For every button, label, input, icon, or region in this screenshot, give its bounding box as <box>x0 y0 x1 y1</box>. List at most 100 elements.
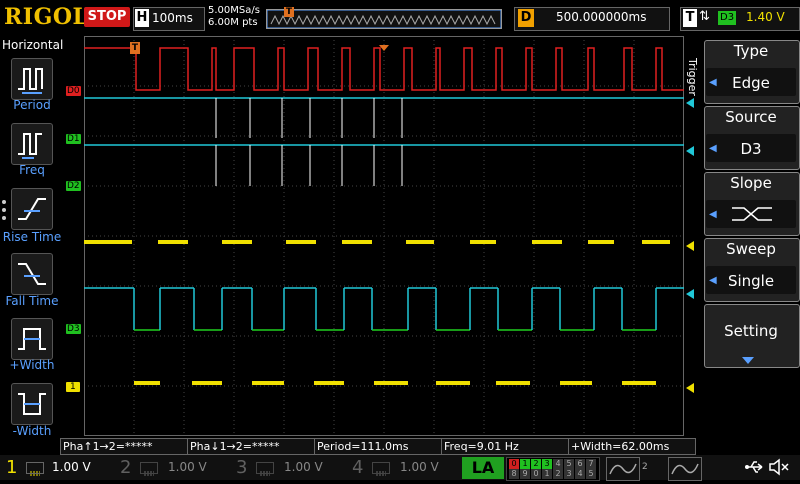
la-channel-cell: 3 <box>542 459 552 469</box>
trigger-type-title: Type <box>733 42 769 60</box>
ch4-scale[interactable]: 1.00 V <box>400 455 439 480</box>
trigger-slope-title: Slope <box>730 174 772 192</box>
la-channel-cell: 6 <box>575 459 585 469</box>
dc-coupling-icon <box>140 462 158 476</box>
ch2-scale[interactable]: 1.00 V <box>168 455 207 480</box>
brand-logo: RIGOL <box>4 4 89 30</box>
la-channel-cell: 0 <box>531 469 541 479</box>
rise-time-icon <box>18 198 46 220</box>
negative-width-icon <box>18 393 46 415</box>
memory-waveform-preview <box>266 9 502 29</box>
d0-label: D0 <box>66 86 81 96</box>
freq-label: Freq <box>19 163 45 177</box>
delay-value: 500.000000ms <box>556 10 647 24</box>
sample-rate: 5.00MSa/s <box>208 5 260 16</box>
la-channel-cell: 2 <box>553 469 563 479</box>
fall-time-icon <box>18 263 46 285</box>
d2-label: D2 <box>66 181 81 191</box>
la-button[interactable]: LA <box>462 457 504 479</box>
dc-coupling-icon <box>26 462 44 476</box>
trigger-source-value: D3 <box>740 140 762 158</box>
d1-right-marker <box>686 141 694 160</box>
ch1-scale[interactable]: 1.00 V <box>52 455 91 480</box>
either-edge-slope-icon <box>730 204 774 228</box>
sine-wave-icon <box>671 463 699 475</box>
la-channel-cell: 0 <box>509 459 519 469</box>
trigger-menu-title: Trigger <box>686 58 699 96</box>
positive-width-label: +Width <box>9 358 55 372</box>
delay-label: D <box>518 9 534 27</box>
la-channel-cell: 9 <box>520 469 530 479</box>
measurement-freq[interactable]: Freq=9.01 Hz <box>441 438 569 455</box>
measurement-positive-width[interactable]: +Width=62.00ms <box>568 438 696 455</box>
trigger-sweep-title: Sweep <box>726 240 776 258</box>
positive-width-button[interactable] <box>11 318 53 360</box>
trigger-position-marker[interactable]: T <box>130 42 140 54</box>
ch1-trigger-level-marker <box>686 236 694 255</box>
rise-time-label: Rise Time <box>2 230 62 244</box>
measurement-phase-rise[interactable]: Pha↑1→2=***** <box>60 438 188 455</box>
chevron-down-icon <box>742 350 754 369</box>
speaker-muted-icon[interactable] <box>768 458 792 480</box>
memory-position-bar[interactable] <box>266 9 502 29</box>
grid-lines <box>84 36 684 436</box>
d3-label: D3 <box>66 324 81 334</box>
run-stop-status[interactable]: STOP <box>84 7 130 27</box>
left-arrow-icon: ◀ <box>709 209 717 220</box>
fall-time-label: Fall Time <box>5 294 59 308</box>
period-label: Period <box>13 98 51 112</box>
period-button[interactable] <box>11 58 53 100</box>
measurement-phase-fall[interactable]: Pha↓1→2=***** <box>187 438 315 455</box>
freq-icon <box>18 133 42 159</box>
la-channel-cell: 3 <box>564 469 574 479</box>
usb-icon <box>744 458 764 480</box>
waveform-grid <box>84 36 684 436</box>
period-icon <box>18 68 43 94</box>
memory-trigger-marker: T <box>284 7 294 17</box>
la-channel-cell: 5 <box>564 459 574 469</box>
timebase-label: H <box>135 9 149 27</box>
la-channel-cell: 5 <box>586 469 596 479</box>
menu-page-dots <box>0 200 6 220</box>
la-channel-cell: 8 <box>509 469 519 479</box>
ch1-label: 1 <box>66 382 80 392</box>
ch4-number[interactable]: 4 <box>352 455 363 480</box>
acquisition-info: 5.00MSa/s 6.00M pts <box>208 5 260 29</box>
fall-time-button[interactable] <box>11 253 53 295</box>
ch1-number[interactable]: 1 <box>6 455 17 480</box>
la-channel-cell: 4 <box>553 459 563 469</box>
waveform-display[interactable] <box>84 36 684 436</box>
d1-label: D1 <box>66 134 81 144</box>
negative-width-button[interactable] <box>11 383 53 425</box>
positive-width-icon <box>18 328 46 350</box>
negative-width-label: -Width <box>12 424 52 438</box>
rise-fall-edge-icon: ⇅ <box>699 9 710 24</box>
trigger-level-value: 1.40 V <box>746 10 785 24</box>
la-channel-cell: 1 <box>520 459 530 469</box>
trigger-label: T <box>683 9 697 27</box>
trigger-source-title: Source <box>725 108 777 126</box>
generator-2-number: 2 <box>642 462 648 472</box>
dc-coupling-icon <box>256 462 274 476</box>
la-channel-cell: 1 <box>542 469 552 479</box>
ch3-scale[interactable]: 1.00 V <box>284 455 323 480</box>
ch1-right-marker <box>686 378 694 397</box>
sine-wave-icon <box>609 463 637 475</box>
ch2-number[interactable]: 2 <box>120 455 131 480</box>
la-channel-cell: 4 <box>575 469 585 479</box>
dc-coupling-icon <box>372 462 390 476</box>
generator-2-button[interactable] <box>668 457 702 481</box>
freq-button[interactable] <box>11 123 53 165</box>
generator-1-button[interactable] <box>606 457 640 481</box>
timebase-center-marker <box>379 36 389 51</box>
trigger-setting-title: Setting <box>724 322 778 340</box>
la-channel-map[interactable]: 0123456789012345 <box>506 457 600 481</box>
memory-depth: 6.00M pts <box>208 17 258 28</box>
d3-right-marker <box>686 284 694 303</box>
trigger-sweep-value: Single <box>727 272 775 290</box>
measurement-period[interactable]: Period=111.0ms <box>314 438 442 455</box>
trigger-source-badge: D3 <box>718 11 737 25</box>
ch3-number[interactable]: 3 <box>236 455 247 480</box>
rise-time-button[interactable] <box>11 188 53 230</box>
trigger-type-value: Edge <box>732 74 770 92</box>
